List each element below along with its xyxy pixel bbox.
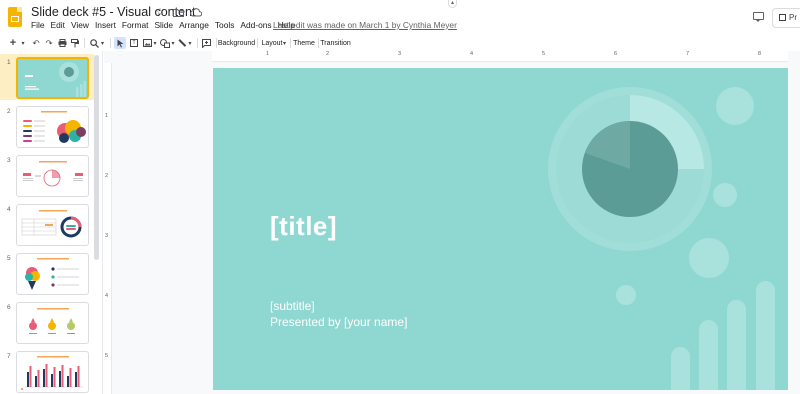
move-folder-icon[interactable]: [172, 6, 184, 18]
toolbar: + ▾ ↶ ↷ ▾ T ▾ ▾ ▾ Background Layout ▾ Th…: [0, 35, 800, 51]
slide-number: 1: [7, 59, 11, 66]
undo-icon[interactable]: ↶: [31, 37, 41, 49]
line-dropdown-icon[interactable]: ▾: [187, 37, 193, 49]
ruler-label: 8: [758, 51, 762, 57]
ruler-label: 2: [105, 173, 109, 179]
slide-subtitle[interactable]: [subtitle] Presented by [your name]: [270, 298, 407, 330]
comments-icon[interactable]: [752, 11, 766, 23]
menu-insert[interactable]: Insert: [95, 20, 119, 30]
last-edit-link[interactable]: Last edit was made on March 1 by Cynthia…: [273, 20, 457, 30]
menu-slide[interactable]: Slide: [154, 20, 176, 30]
text-box-icon[interactable]: T: [129, 37, 139, 49]
present-label: Pr: [789, 13, 797, 22]
menu-tools[interactable]: Tools: [215, 20, 238, 30]
slide-thumbnail[interactable]: 6: [0, 299, 94, 345]
slide-editor: 1 2 3 4 5 6 7 8 1 2 3 4 5 [title] [subti…: [104, 51, 800, 394]
ruler-label: 1: [266, 51, 270, 57]
paint-format-icon[interactable]: [70, 37, 80, 49]
new-slide-icon[interactable]: +: [8, 37, 18, 49]
slide-preview: [16, 302, 89, 344]
slide-number: 7: [7, 353, 11, 360]
ruler-label: 5: [105, 353, 109, 359]
slide-title[interactable]: [title]: [270, 211, 337, 242]
menu-format[interactable]: Format: [122, 20, 152, 30]
star-icon[interactable]: ☆: [154, 6, 166, 18]
slide-preview: [16, 106, 89, 148]
ruler-label: 5: [542, 51, 546, 57]
menu-file[interactable]: File: [31, 20, 48, 30]
cloud-status-icon[interactable]: [190, 6, 202, 18]
ruler-label: 1: [105, 113, 109, 119]
slide-preview: [16, 155, 89, 197]
background-button[interactable]: Background: [218, 37, 255, 49]
slide-thumbnail[interactable]: 3: [0, 152, 94, 198]
ruler-label: 2: [326, 51, 330, 57]
print-icon[interactable]: [57, 37, 67, 49]
chevron-up-icon[interactable]: ▴: [448, 0, 457, 8]
slide-preview: [16, 253, 89, 295]
menu-edit[interactable]: Edit: [51, 20, 68, 30]
app-header: Slide deck #5 - Visual content ☆ File Ed…: [0, 0, 800, 35]
line-icon[interactable]: [177, 37, 187, 49]
slide-number: 6: [7, 304, 11, 311]
slide-thumbnail[interactable]: 4: [0, 201, 94, 247]
present-button[interactable]: Pr: [772, 8, 800, 28]
filmstrip-scrollbar[interactable]: [94, 51, 100, 261]
menu-add-ons[interactable]: Add-ons: [240, 20, 274, 30]
present-icon: [779, 14, 786, 21]
slide-number: 4: [7, 206, 11, 213]
menu-view[interactable]: View: [71, 20, 92, 30]
slide-canvas[interactable]: [title] [subtitle] Presented by [your na…: [213, 68, 788, 390]
horizontal-ruler[interactable]: 1 2 3 4 5 6 7 8: [212, 51, 788, 62]
zoom-icon[interactable]: [89, 37, 99, 49]
menu-bar: File Edit View Insert Format Slide Arran…: [31, 20, 301, 30]
slide-thumbnail[interactable]: 2: [0, 103, 94, 149]
add-comment-icon[interactable]: [201, 37, 212, 49]
ruler-label: 3: [105, 233, 109, 239]
slide-number: 2: [7, 108, 11, 115]
slide-preview: [16, 204, 89, 246]
shape-icon[interactable]: [160, 37, 170, 49]
slide-thumbnail[interactable]: 1: [0, 54, 94, 100]
layout-dropdown-icon[interactable]: ▾: [282, 37, 287, 49]
ruler-label: 3: [398, 51, 402, 57]
slide-thumbnail[interactable]: 7: [0, 348, 94, 394]
menu-arrange[interactable]: Arrange: [179, 20, 212, 30]
transition-button[interactable]: Transition: [320, 37, 350, 49]
ruler-label: 4: [470, 51, 474, 57]
slide-number: 3: [7, 157, 11, 164]
shape-dropdown-icon[interactable]: ▾: [170, 37, 176, 49]
layout-button[interactable]: Layout: [261, 37, 283, 49]
zoom-dropdown-icon[interactable]: ▾: [99, 37, 106, 49]
insert-image-icon[interactable]: [142, 37, 152, 49]
slide-preview: [16, 351, 89, 393]
ruler-label: 4: [105, 293, 109, 299]
subtitle-line: [subtitle]: [270, 299, 315, 313]
slide-thumbnail[interactable]: 5: [0, 250, 94, 296]
slides-logo-icon[interactable]: [8, 7, 22, 27]
image-dropdown-icon[interactable]: ▾: [152, 37, 158, 49]
presenter-line: Presented by [your name]: [270, 315, 408, 329]
vertical-ruler[interactable]: 1 2 3 4 5: [104, 63, 112, 394]
theme-button[interactable]: Theme: [293, 37, 315, 49]
new-slide-dropdown-icon[interactable]: ▾: [19, 37, 27, 49]
slide-filmstrip: 1 2 3 4 5 6 7: [0, 51, 103, 394]
ruler-label: 7: [686, 51, 690, 57]
slide-number: 5: [7, 255, 11, 262]
slide-preview: [16, 57, 89, 99]
ruler-label: 6: [614, 51, 618, 57]
select-pointer-icon[interactable]: [114, 37, 126, 49]
redo-icon[interactable]: ↷: [44, 37, 54, 49]
